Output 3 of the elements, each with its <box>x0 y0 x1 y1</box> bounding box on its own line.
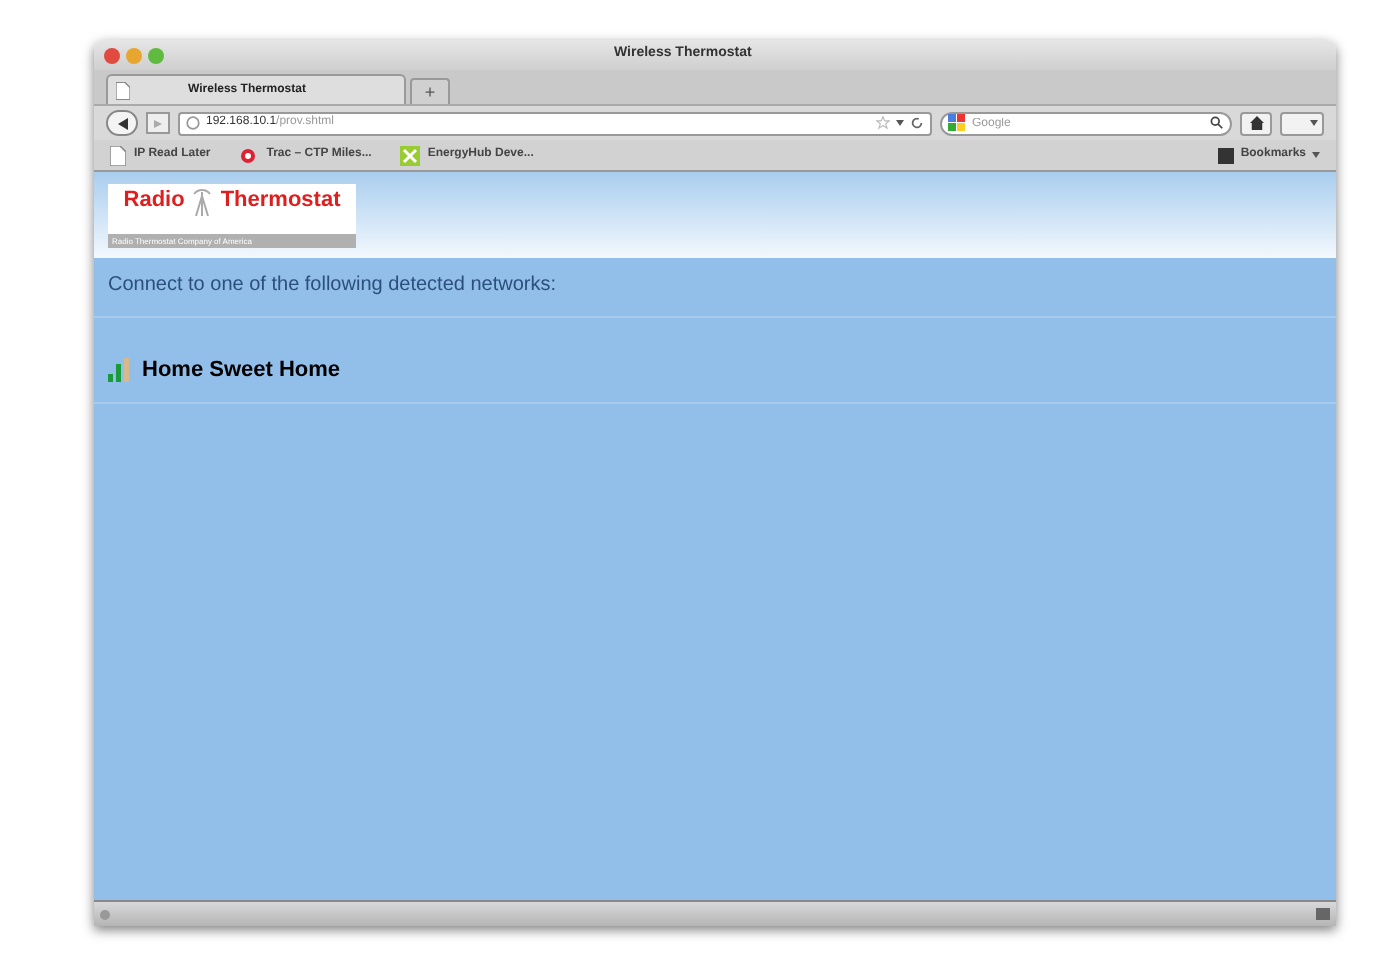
prompt-text: Connect to one of the following detected networks: <box>94 258 1336 318</box>
network-item[interactable]: Home Sweet Home <box>94 318 1336 403</box>
new-tab-button[interactable]: + <box>410 78 450 104</box>
